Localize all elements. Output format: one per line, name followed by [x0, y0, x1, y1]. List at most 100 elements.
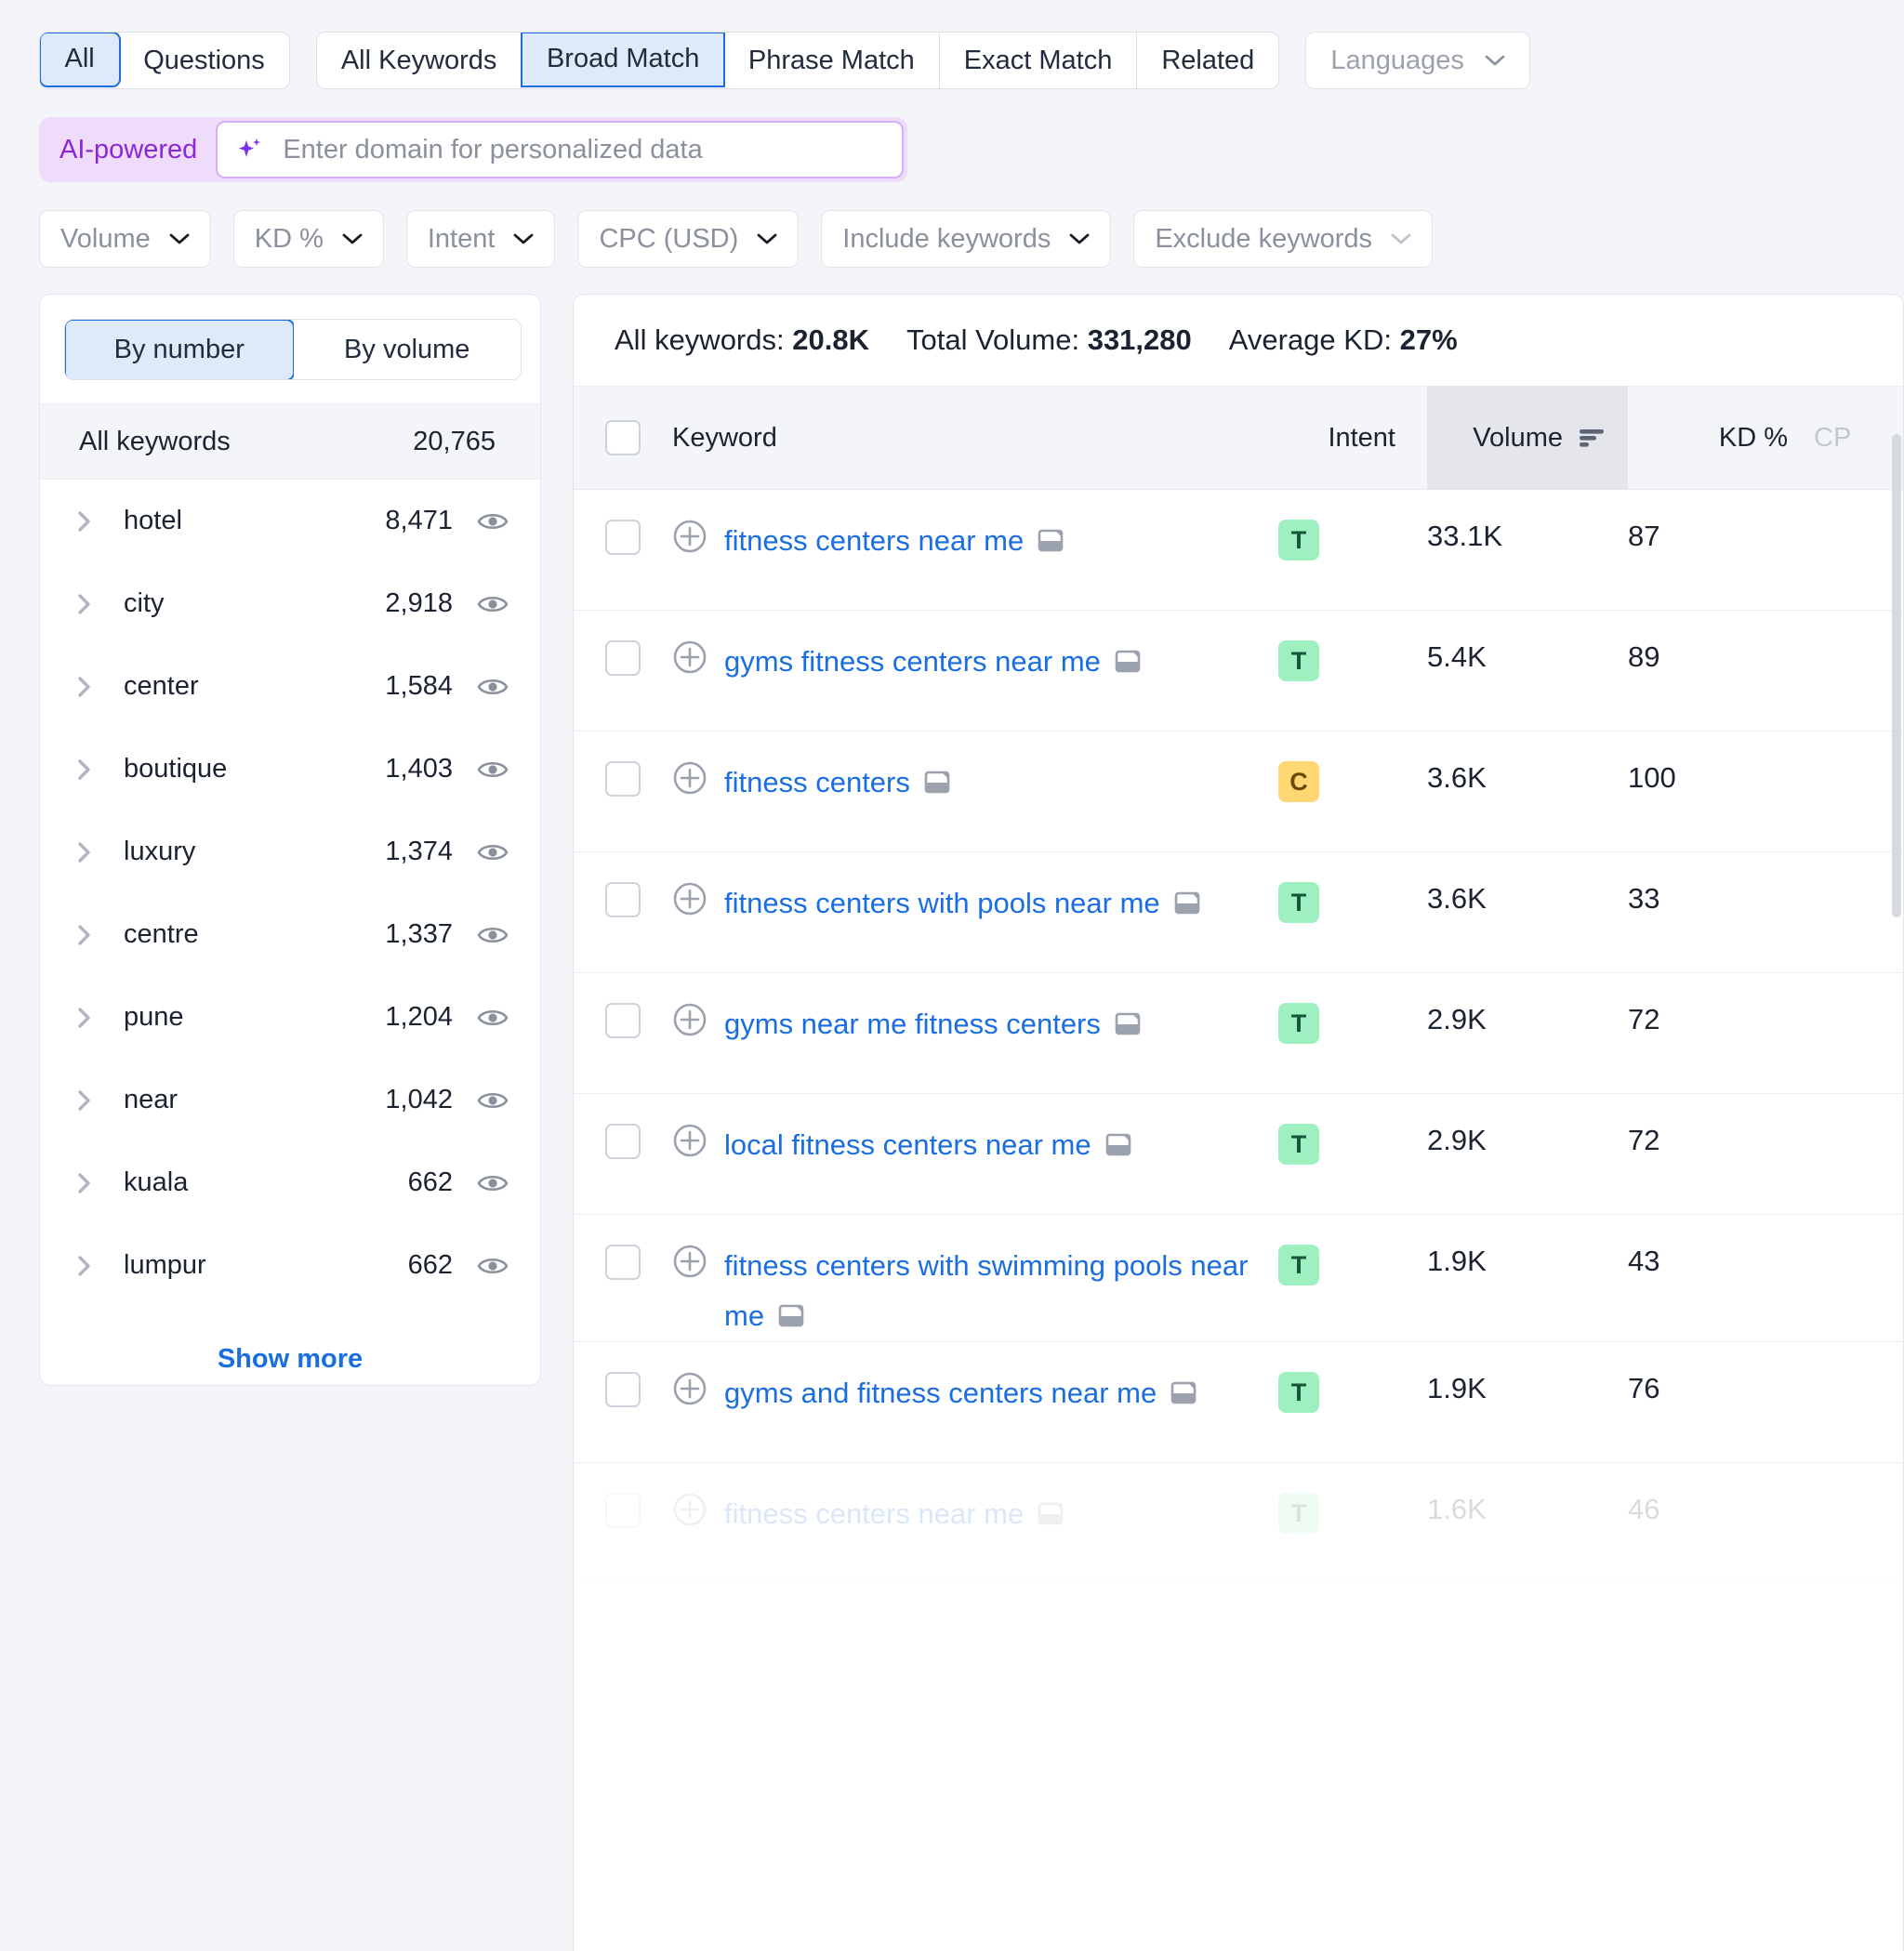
row-checkbox[interactable]: [605, 640, 641, 676]
keyword-link[interactable]: fitness centers near me: [724, 1489, 1064, 1539]
sidebar-toggle-by-volume[interactable]: By volume: [293, 320, 521, 379]
all-keywords-row[interactable]: All keywords 20,765: [40, 403, 540, 480]
add-keyword-icon[interactable]: [672, 1002, 707, 1037]
intent-badge[interactable]: T: [1278, 1245, 1319, 1285]
add-keyword-icon[interactable]: [672, 1492, 707, 1527]
table-row[interactable]: gyms and fitness centers near me T 1.9K 76: [574, 1342, 1903, 1463]
column-header-kd[interactable]: KD %: [1628, 423, 1801, 454]
intent-badge[interactable]: T: [1278, 1372, 1319, 1413]
table-row[interactable]: gyms fitness centers near me T 5.4K 89: [574, 611, 1903, 732]
sidebar-group-row[interactable]: kuala 662: [40, 1141, 540, 1224]
table-row[interactable]: gyms near me fitness centers T 2.9K 72: [574, 973, 1903, 1094]
sidebar-toggle-by-number[interactable]: By number: [65, 320, 295, 379]
serp-features-icon[interactable]: [1170, 1378, 1197, 1406]
table-row[interactable]: fitness centers with swimming pools near…: [574, 1215, 1903, 1342]
add-keyword-icon[interactable]: [672, 519, 707, 554]
serp-features-icon[interactable]: [1114, 1009, 1142, 1037]
sidebar-group-row[interactable]: pune 1,204: [40, 976, 540, 1059]
row-checkbox[interactable]: [605, 520, 641, 555]
add-keyword-icon[interactable]: [672, 760, 707, 796]
tab-all-keywords[interactable]: All Keywords: [316, 33, 522, 88]
column-header-volume[interactable]: Volume: [1427, 386, 1628, 490]
add-keyword-icon[interactable]: [672, 1244, 707, 1279]
add-keyword-icon[interactable]: [672, 1371, 707, 1406]
serp-features-icon[interactable]: [923, 768, 951, 796]
chevron-right-icon[interactable]: [72, 591, 98, 617]
eye-icon[interactable]: [477, 840, 509, 864]
eye-icon[interactable]: [477, 675, 509, 699]
chevron-right-icon[interactable]: [72, 922, 98, 948]
add-keyword-icon[interactable]: [672, 639, 707, 675]
row-checkbox[interactable]: [605, 1372, 641, 1407]
eye-icon[interactable]: [477, 1088, 509, 1113]
column-header-intent[interactable]: Intent: [1278, 423, 1427, 454]
eye-icon[interactable]: [477, 758, 509, 782]
eye-icon[interactable]: [477, 1006, 509, 1030]
keyword-link[interactable]: fitness centers with swimming pools near…: [724, 1241, 1278, 1341]
select-all-checkbox[interactable]: [605, 420, 641, 455]
column-header-keyword[interactable]: Keyword: [672, 423, 1278, 454]
table-row[interactable]: fitness centers near me T 33.1K 87: [574, 490, 1903, 611]
table-row[interactable]: fitness centers with pools near me T 3.6K 3…: [574, 852, 1903, 973]
intent-badge[interactable]: T: [1278, 640, 1319, 681]
eye-icon[interactable]: [477, 592, 509, 616]
show-more-button[interactable]: Show more: [40, 1307, 540, 1375]
add-keyword-icon[interactable]: [672, 1123, 707, 1158]
keyword-link[interactable]: gyms fitness centers near me: [724, 637, 1142, 687]
sidebar-group-row[interactable]: luxury 1,374: [40, 811, 540, 893]
filter-volume[interactable]: Volume: [39, 210, 211, 268]
table-row[interactable]: local fitness centers near me T 2.9K 72: [574, 1094, 1903, 1215]
row-checkbox[interactable]: [605, 1493, 641, 1528]
serp-features-icon[interactable]: [777, 1301, 805, 1329]
intent-badge[interactable]: T: [1278, 520, 1319, 560]
keyword-link[interactable]: gyms and fitness centers near me: [724, 1368, 1197, 1418]
intent-badge[interactable]: C: [1278, 761, 1319, 802]
intent-badge[interactable]: T: [1278, 1003, 1319, 1044]
row-checkbox[interactable]: [605, 761, 641, 797]
keyword-link[interactable]: gyms near me fitness centers: [724, 999, 1142, 1049]
intent-badge[interactable]: T: [1278, 1124, 1319, 1165]
table-row[interactable]: fitness centers near me T 1.6K 46: [574, 1463, 1903, 1584]
filter-intent[interactable]: Intent: [405, 210, 556, 268]
eye-icon[interactable]: [477, 923, 509, 947]
chevron-right-icon[interactable]: [72, 508, 98, 534]
chevron-right-icon[interactable]: [72, 1088, 98, 1114]
row-checkbox[interactable]: [605, 882, 641, 917]
tab-questions[interactable]: Questions: [119, 33, 289, 88]
column-header-cpc[interactable]: CP: [1801, 423, 1903, 454]
tab-phrase-match[interactable]: Phrase Match: [723, 33, 940, 88]
tab-broad-match[interactable]: Broad Match: [520, 33, 726, 87]
tab-all[interactable]: All: [39, 33, 121, 87]
keyword-link[interactable]: fitness centers: [724, 758, 951, 808]
serp-features-icon[interactable]: [1114, 647, 1142, 675]
domain-input-wrapper[interactable]: Enter domain for personalized data: [216, 121, 905, 178]
serp-features-icon[interactable]: [1104, 1130, 1132, 1158]
sidebar-group-row[interactable]: boutique 1,403: [40, 728, 540, 811]
table-vertical-scrollbar[interactable]: [1892, 434, 1901, 917]
keyword-link[interactable]: fitness centers with pools near me: [724, 878, 1201, 929]
chevron-right-icon[interactable]: [72, 674, 98, 700]
serp-features-icon[interactable]: [1173, 889, 1201, 916]
keyword-link[interactable]: fitness centers near me: [724, 516, 1064, 566]
sidebar-group-row[interactable]: center 1,584: [40, 645, 540, 728]
intent-badge[interactable]: T: [1278, 882, 1319, 923]
chevron-right-icon[interactable]: [72, 1005, 98, 1031]
chevron-right-icon[interactable]: [72, 1170, 98, 1196]
chevron-right-icon[interactable]: [72, 757, 98, 783]
add-keyword-icon[interactable]: [672, 881, 707, 916]
table-row[interactable]: fitness centers C 3.6K 100: [574, 732, 1903, 852]
keyword-link[interactable]: local fitness centers near me: [724, 1120, 1132, 1170]
languages-dropdown[interactable]: Languages: [1305, 32, 1530, 89]
serp-features-icon[interactable]: [1037, 526, 1064, 554]
filter-include-keywords[interactable]: Include keywords: [821, 210, 1112, 268]
tab-exact-match[interactable]: Exact Match: [939, 33, 1138, 88]
filter-exclude-keywords[interactable]: Exclude keywords: [1133, 210, 1434, 268]
sidebar-group-row[interactable]: lumpur 662: [40, 1224, 540, 1307]
row-checkbox[interactable]: [605, 1245, 641, 1280]
sidebar-group-row[interactable]: centre 1,337: [40, 893, 540, 976]
serp-features-icon[interactable]: [1037, 1499, 1064, 1527]
eye-icon[interactable]: [477, 1254, 509, 1278]
filter-cpc-usd[interactable]: CPC (USD): [577, 210, 800, 268]
chevron-right-icon[interactable]: [72, 1253, 98, 1279]
tab-related[interactable]: Related: [1137, 33, 1279, 88]
